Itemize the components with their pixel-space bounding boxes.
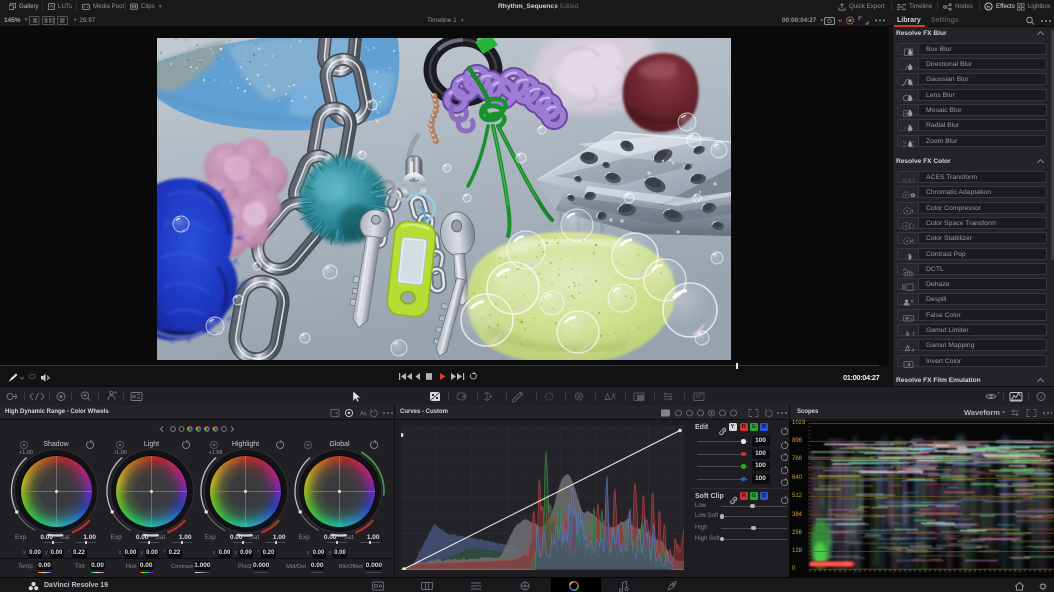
svg-text:ACES: ACES [902,178,916,184]
svg-text:i: i [1040,395,1041,401]
svg-text:T: T [912,332,916,338]
svg-text:fx: fx [987,4,991,9]
